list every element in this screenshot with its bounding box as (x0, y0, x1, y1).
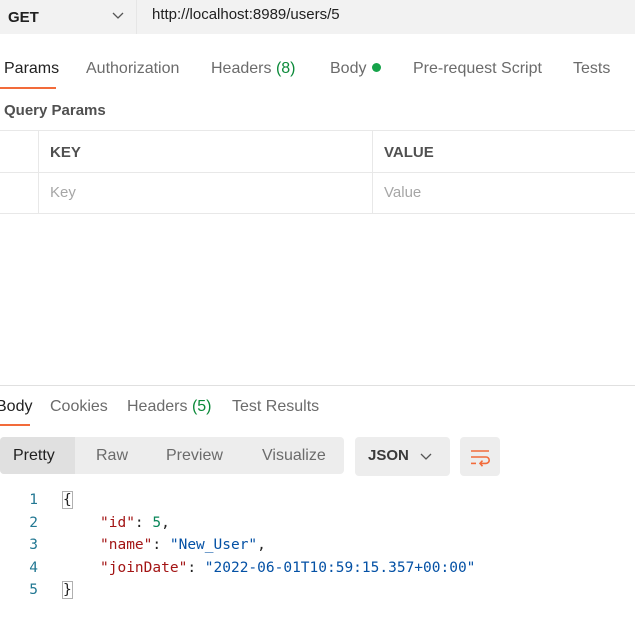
json-line-joindate: "joinDate": "2022-06-01T10:59:15.357+00:… (100, 560, 476, 576)
tab-authorization[interactable]: Authorization (86, 60, 179, 78)
table-col-divider (372, 130, 373, 213)
line-number: 4 (29, 560, 38, 576)
json-string-value: "2022-06-01T10:59:15.357+00:00" (204, 560, 476, 576)
value-column-header: VALUE (384, 144, 434, 161)
headers-count-badge: (8) (275, 60, 296, 77)
json-open-brace: { (62, 491, 73, 509)
table-border-top (0, 130, 635, 131)
wrap-lines-icon (471, 450, 490, 467)
table-border-middle (0, 172, 635, 173)
active-response-tab-indicator (0, 424, 30, 426)
line-number: 3 (29, 537, 38, 553)
format-label: JSON (368, 447, 409, 464)
json-close-brace: } (62, 581, 73, 599)
response-tab-cookies[interactable]: Cookies (50, 398, 108, 416)
json-line-id: "id": 5, (100, 515, 170, 531)
tab-tests[interactable]: Tests (573, 60, 610, 78)
chevron-down-icon (420, 453, 432, 460)
active-tab-indicator (0, 87, 56, 89)
table-col-divider (38, 130, 39, 213)
response-tab-headers[interactable]: Headers (5) (127, 398, 212, 416)
tab-headers-label: Headers (211, 60, 272, 77)
json-number-value: 5 (152, 515, 162, 531)
query-params-title: Query Params (4, 102, 106, 119)
response-tab-body[interactable]: Body (0, 398, 32, 416)
body-indicator-dot-icon (372, 63, 382, 72)
value-input[interactable]: Value (384, 184, 421, 201)
key-column-header: KEY (50, 144, 81, 161)
method-select[interactable]: GET (0, 0, 137, 34)
tab-pre-request-script[interactable]: Pre-request Script (413, 60, 542, 78)
view-visualize-button[interactable]: Visualize (262, 437, 326, 474)
response-headers-count-badge: (5) (191, 398, 212, 415)
line-number: 1 (29, 492, 38, 508)
tab-params[interactable]: Params (4, 60, 59, 78)
response-tab-test-results[interactable]: Test Results (232, 398, 319, 416)
url-input[interactable]: http://localhost:8989/users/5 (152, 6, 340, 23)
response-divider[interactable] (0, 385, 635, 386)
tab-body[interactable]: Body (330, 60, 382, 78)
line-number: 5 (29, 582, 38, 598)
tab-body-label: Body (330, 60, 367, 77)
json-string-value: "New_User" (169, 537, 258, 553)
json-key: "name" (100, 537, 153, 553)
table-border-bottom (0, 213, 635, 214)
view-pretty-button[interactable]: Pretty (13, 437, 55, 474)
line-number: 2 (29, 515, 38, 531)
json-key: "joinDate" (100, 560, 188, 576)
chevron-down-icon (112, 12, 124, 19)
url-bar: GET http://localhost:8989/users/5 (0, 0, 635, 34)
method-label: GET (8, 8, 39, 26)
view-raw-button[interactable]: Raw (96, 437, 128, 474)
json-key: "id" (100, 515, 135, 531)
view-preview-button[interactable]: Preview (166, 437, 223, 474)
tab-headers[interactable]: Headers (8) (211, 60, 296, 78)
key-input[interactable]: Key (50, 184, 76, 201)
response-tab-headers-label: Headers (127, 398, 188, 415)
json-line-name: "name": "New_User", (100, 537, 266, 553)
